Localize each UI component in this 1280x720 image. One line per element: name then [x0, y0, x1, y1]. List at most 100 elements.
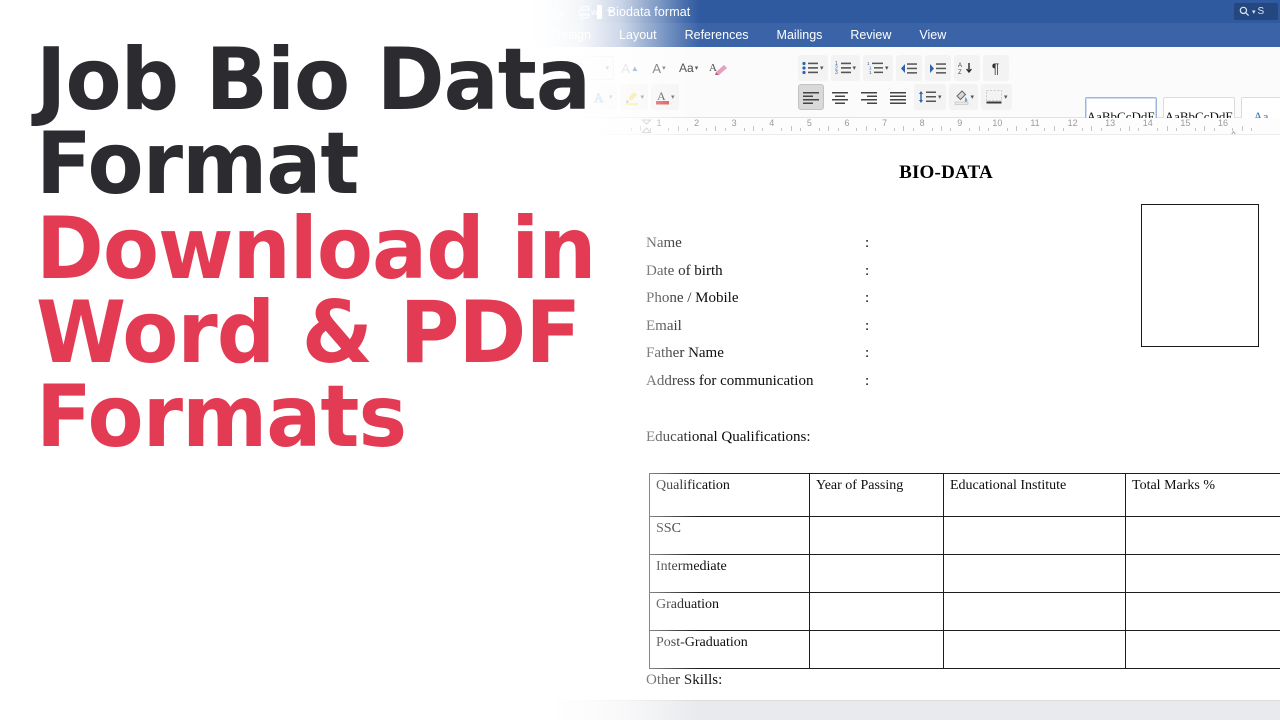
ruler-tick: [818, 128, 820, 131]
increase-indent-button[interactable]: [924, 55, 951, 81]
align-left-button[interactable]: [798, 84, 824, 110]
document-title-container: W Biodata format: [0, 0, 1280, 23]
cell-year-ssc[interactable]: [809, 516, 944, 555]
change-case-button[interactable]: Aa ▾: [675, 55, 702, 81]
font-color-icon: A: [656, 89, 670, 105]
cell-year-graduation[interactable]: [809, 592, 944, 631]
table-row: SSC: [649, 516, 1280, 555]
ruler-tick: [1157, 128, 1159, 131]
numbered-list-chevron-icon: ▾: [852, 65, 857, 72]
cell-qualification-ssc[interactable]: SSC: [649, 516, 810, 555]
ruler-tick: [1251, 128, 1253, 131]
promo-headline: Job Bio Data Format Download in Word & P…: [36, 37, 644, 460]
ruler-tick: [856, 128, 858, 131]
svg-text:W: W: [591, 10, 598, 17]
cell-marks-graduation[interactable]: [1125, 592, 1280, 631]
line-spacing-chevron-icon: ▾: [938, 94, 942, 101]
ruler-number: 6: [844, 118, 850, 128]
search-placeholder-text: S: [1257, 6, 1265, 17]
bullet-list-button[interactable]: ▾: [798, 55, 828, 81]
borders-icon: [986, 90, 1003, 104]
headline-line-2: Format: [36, 114, 359, 215]
ruler-tick: [1232, 128, 1234, 131]
tab-view[interactable]: View: [905, 23, 960, 47]
tab-review[interactable]: Review: [836, 23, 905, 47]
field-colon-email: :: [865, 317, 870, 334]
field-colon-address: :: [865, 372, 870, 389]
ruler-tick: [790, 126, 792, 131]
ruler-tick: [715, 126, 717, 131]
cell-institute-intermediate[interactable]: [943, 554, 1126, 593]
ruler-tick: [668, 128, 670, 131]
cell-institute-post-graduation[interactable]: [943, 630, 1126, 669]
ruler-tick: [1082, 128, 1083, 131]
cell-qualification-intermediate[interactable]: Intermediate: [649, 554, 810, 593]
increase-indent-icon: [929, 62, 946, 74]
ruler-number: 2: [694, 118, 700, 128]
word-file-icon: W: [589, 4, 602, 19]
cell-institute-ssc[interactable]: [943, 516, 1126, 555]
field-row-address: Address for communication :: [646, 373, 877, 401]
ruler-right-indent-marker[interactable]: [1228, 126, 1239, 134]
tab-mailings[interactable]: Mailings: [763, 23, 837, 47]
cell-year-intermediate[interactable]: [809, 554, 944, 593]
search-chevron-icon: ▾: [1252, 8, 1256, 16]
ruler-tick: [1063, 128, 1065, 131]
cell-marks-ssc[interactable]: [1125, 516, 1280, 555]
ruler-tick: [1129, 126, 1130, 131]
ruler-tick: [706, 128, 707, 131]
cell-qualification-post-graduation[interactable]: Post-Graduation: [649, 630, 810, 669]
table-header-qualification: Qualification: [649, 473, 810, 517]
borders-button[interactable]: ▾: [981, 84, 1012, 110]
search-input[interactable]: ▾ S: [1234, 3, 1278, 20]
cell-qualification-graduation[interactable]: Graduation: [649, 592, 810, 631]
shading-icon: [954, 90, 968, 105]
numbered-list-button[interactable]: 123 ▾: [830, 55, 861, 81]
ruler-tick: [743, 128, 745, 131]
field-colon-date-of-birth: :: [865, 262, 870, 279]
ruler-number: 3: [731, 118, 737, 128]
table-header-row: Qualification Year of Passing Educationa…: [649, 473, 1280, 517]
bullet-list-chevron-icon: ▾: [820, 65, 824, 72]
shading-button[interactable]: ▾: [948, 84, 979, 110]
ruler-number: 16: [1217, 118, 1229, 128]
cell-marks-intermediate[interactable]: [1125, 554, 1280, 593]
cell-institute-graduation[interactable]: [943, 592, 1126, 631]
justify-button[interactable]: [885, 84, 911, 110]
align-center-icon: [832, 91, 848, 104]
align-center-button[interactable]: [827, 84, 853, 110]
title-bar: W Biodata format ▾ S: [0, 0, 1280, 23]
sort-button[interactable]: AZ: [953, 55, 980, 81]
cell-marks-post-graduation[interactable]: [1125, 630, 1280, 669]
ruler-number: 7: [882, 118, 888, 128]
other-skills-heading: Other Skills:: [646, 672, 723, 688]
show-formatting-marks-button[interactable]: ¶: [982, 55, 1009, 81]
ruler-number: 8: [919, 118, 925, 128]
svg-text:Z: Z: [958, 70, 962, 75]
field-row-father-name: Father Name :: [646, 345, 877, 373]
ruler-tick: [1119, 128, 1121, 131]
font-color-button[interactable]: A ▾: [651, 84, 679, 110]
ruler-number: 12: [1067, 118, 1078, 128]
field-label-date-of-birth: Date of birth: [646, 262, 723, 279]
cell-year-post-graduation[interactable]: [809, 630, 944, 669]
headline-line-3: Download in: [36, 198, 596, 299]
education-qualifications-table[interactable]: Qualification Year of Passing Educationa…: [649, 473, 1280, 669]
table-row: Graduation: [649, 592, 1280, 631]
photo-placeholder-box[interactable]: [1141, 204, 1259, 347]
align-right-button[interactable]: [856, 84, 882, 110]
ruler-tick: [1241, 126, 1243, 131]
ruler-number: 5: [806, 118, 812, 128]
tab-references[interactable]: References: [671, 23, 763, 47]
shrink-font-button[interactable]: A ▾: [646, 55, 672, 81]
decrease-indent-button[interactable]: [895, 55, 922, 81]
svg-text:1: 1: [869, 70, 872, 75]
line-spacing-button[interactable]: ▾: [914, 84, 946, 110]
ruler-tick: [865, 126, 867, 131]
clear-formatting-button[interactable]: A: [705, 55, 733, 81]
ruler-tick: [837, 128, 839, 131]
multilevel-list-button[interactable]: 111 ▾: [863, 55, 893, 81]
ruler-tick: [1100, 128, 1102, 131]
document-page[interactable]: BIO-DATA Name : Date of birth : Phone /: [557, 135, 1280, 697]
ruler-tick: [753, 126, 754, 131]
